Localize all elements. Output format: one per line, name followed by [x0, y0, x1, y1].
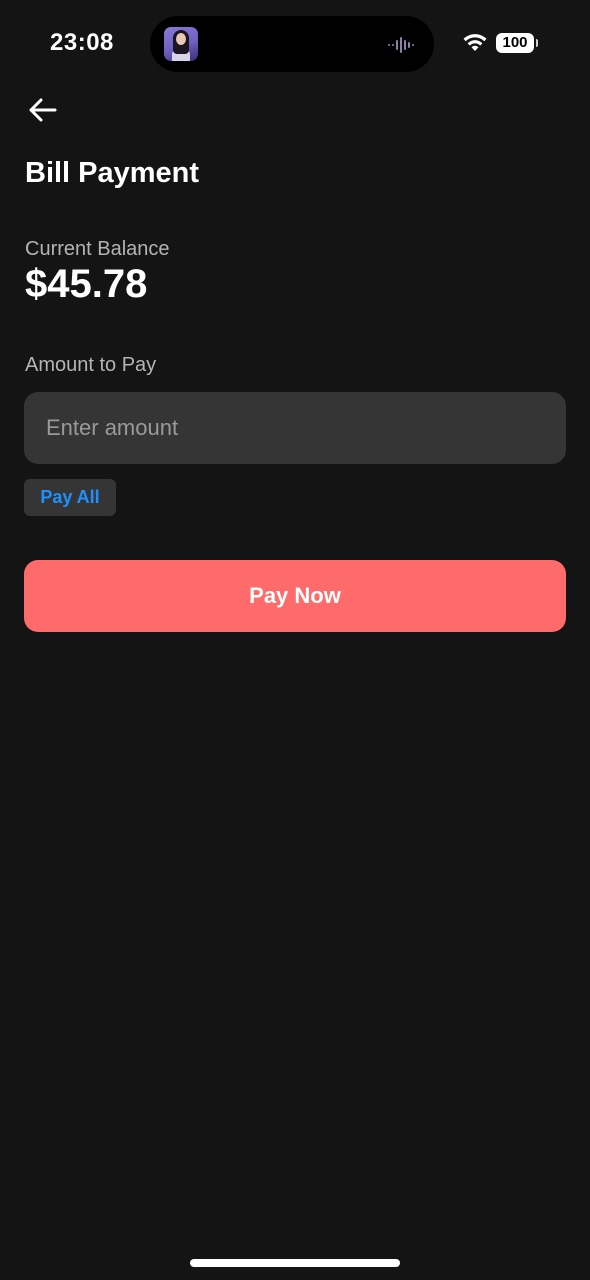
pay-all-button[interactable]: Pay All — [24, 479, 116, 516]
balance-value: $45.78 — [25, 262, 148, 306]
amount-label: Amount to Pay — [25, 354, 157, 376]
amount-input[interactable] — [24, 392, 566, 464]
battery-icon: 100 — [496, 33, 538, 53]
status-bar: 23:08 100 — [0, 0, 590, 88]
audio-wave-icon — [388, 37, 414, 53]
arrow-left-icon — [29, 98, 57, 122]
dynamic-island[interactable] — [150, 16, 434, 72]
status-time: 23:08 — [50, 29, 114, 56]
balance-label: Current Balance — [25, 238, 170, 260]
status-indicators: 100 — [462, 31, 538, 55]
page-title: Bill Payment — [25, 157, 200, 189]
wifi-icon — [463, 34, 487, 51]
pay-now-button[interactable]: Pay Now — [24, 560, 566, 632]
home-indicator[interactable] — [190, 1259, 400, 1267]
now-playing-avatar — [164, 27, 198, 61]
back-button[interactable] — [22, 90, 62, 130]
